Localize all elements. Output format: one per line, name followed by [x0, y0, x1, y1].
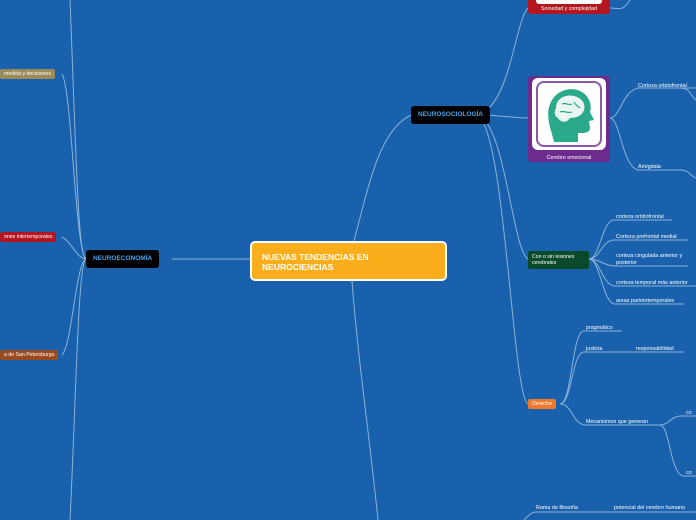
leaf-potencial-cerebro[interactable]: potencial del cerebro humano	[614, 505, 685, 512]
node-derecho-label: Derecho	[532, 401, 552, 407]
leaf-rama-filosofia[interactable]: Rama de filosofía	[536, 505, 578, 512]
head-brain-icon	[548, 89, 594, 142]
node-lesiones-label: Con o sin lesiones cerebrales	[532, 254, 575, 266]
node-derecho[interactable]: Derecho	[528, 399, 556, 409]
leaf-corteza-orbitofrontal-2[interactable]: corteza orbitofrontal	[616, 214, 664, 221]
leaf-mecanismos[interactable]: Mecanismos que generan	[586, 419, 648, 426]
branch-neurosociologia[interactable]: NEUROSOCIOLOGÍA	[411, 106, 491, 124]
central-topic-title: NUEVAS TENDENCIAS EN NEUROCIENCIAS	[262, 252, 369, 272]
brain-head-image	[532, 78, 606, 150]
leaf-corteza-temporal[interactable]: corteza temporal más anterior	[616, 280, 688, 287]
leaf-amigdala[interactable]: Amígdala	[638, 164, 661, 171]
leaf-co-1[interactable]: co	[686, 410, 692, 417]
node-medida-decisiones[interactable]: medida y decisiones	[0, 69, 56, 79]
card-cerebro-caption: Cerebro emocional	[546, 155, 592, 161]
node-san-petersburgo-label: a de San Petersburgo	[4, 352, 55, 358]
leaf-responsabilidad[interactable]: responsabilidad	[636, 346, 674, 353]
card-sociedad-caption: Sociedad y complejidad	[541, 6, 597, 12]
card-sociedad-complejidad[interactable]: Sociedad y complejidad	[528, 0, 610, 14]
leaf-areas-parietotemporales[interactable]: areas parietotemporales	[616, 298, 674, 305]
branch-neuroeconomia[interactable]: NEUROECONOMÍA	[86, 250, 160, 268]
leaf-pragmatico[interactable]: pragmático	[586, 325, 613, 332]
branch-neuroeconomia-label: NEUROECONOMÍA	[93, 255, 153, 262]
node-san-petersburgo[interactable]: a de San Petersburgo	[0, 350, 59, 360]
node-decisiones-intertemporales-label: ones intertemporales	[4, 234, 53, 240]
leaf-corteza-cingulada[interactable]: corteza cingulada anterior y posterior	[616, 253, 690, 267]
node-lesiones-cerebrales[interactable]: Con o sin lesiones cerebrales	[528, 251, 589, 269]
leaf-co-2[interactable]: co	[686, 470, 692, 477]
leaf-corteza-prefrontal-medial[interactable]: Corteza prefrontal medial	[616, 234, 677, 241]
node-medida-decisiones-label: medida y decisiones	[4, 71, 52, 77]
node-decisiones-intertemporales[interactable]: ones intertemporales	[0, 232, 57, 242]
card-cerebro-emocional[interactable]: Cerebro emocional	[528, 76, 610, 162]
card-image-strip	[536, 0, 602, 4]
central-topic[interactable]: NUEVAS TENDENCIAS EN NEUROCIENCIAS	[250, 241, 447, 281]
leaf-justicia[interactable]: justicia	[586, 346, 602, 353]
branch-neurosociologia-label: NEUROSOCIOLOGÍA	[418, 111, 484, 118]
leaf-corteza-orbitofrontal[interactable]: Corteza orbitofrontal	[638, 83, 687, 90]
